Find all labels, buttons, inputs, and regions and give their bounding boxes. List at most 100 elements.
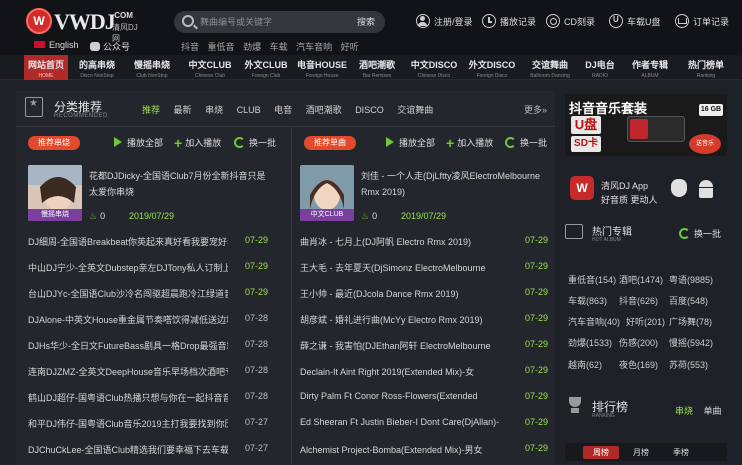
list-item[interactable]: 王大毛 - 去年夏天(DjSimonz ElectroMelbourne 07-2… [300,261,548,275]
search-button[interactable]: 搜索 [357,15,375,28]
tab-electro[interactable]: 电音 [274,105,292,115]
play-history-link[interactable]: 播放记录 [482,14,536,28]
album-tag[interactable]: 广场舞(78) [669,315,712,328]
list-item[interactable]: Alchemist Project-Bomba(Extended Mix)-男女… [300,443,548,457]
hot-keyword[interactable]: 重低音 [208,42,235,52]
nav-foreign-house[interactable]: 电音HOUSE Foreign House [294,55,350,80]
nav-sublabel: HOME [38,73,54,79]
tab-nonstop[interactable]: 串烧 [205,105,223,115]
swap-button[interactable]: 换一批 [234,136,276,149]
recommend-panel: 分类推荐 RECOMMENDED 推荐 最新 串烧 CLUB 电音 酒吧潮歌 D… [16,91,555,465]
hot-keyword[interactable]: 好听 [341,42,359,52]
list-item[interactable]: Ed Sheeran Ft Justin Bieber-I Dont Care(… [300,417,548,431]
app-download[interactable]: W 清风DJ App 好音质 更动人 [565,164,727,214]
nav-foreign-club[interactable]: 外文CLUB Foreign Club [240,55,292,80]
list-item[interactable]: DJAlone-中英文House重金属节奏嗒饮得减低送边场 07-28 [28,313,268,327]
usb-link[interactable]: 车载U盘 [609,14,661,28]
list-item[interactable]: DJHs华少-全日文FutureBass剧具一格Drop最强音霸 07-28 [28,339,268,353]
list-item[interactable]: Dirty Palm Ft Conor Ross-Flowers(Extende… [300,391,548,405]
tab-latest[interactable]: 最新 [174,105,192,115]
feature-cover[interactable]: 慢摇串烧 [28,165,82,221]
tab-disco[interactable]: DISCO [355,105,384,115]
album-tag[interactable]: 劲爆(1533) [568,336,612,349]
nav-club-nonstop[interactable]: 慢摇串烧 Club NonStop [126,55,178,80]
album-tag[interactable]: 好听(201) [626,315,665,328]
more-link[interactable]: 更多» [524,103,547,116]
album-tag[interactable]: 慢摇(5942) [669,336,713,349]
tab-bar[interactable]: 酒吧潮歌 [306,105,342,115]
play-all-button[interactable]: 播放全部 [114,136,163,149]
promo-usb-label: U盘 [571,116,601,134]
nav-disco-nonstop[interactable]: 的高串烧 Disco NonStop [74,55,120,80]
album-tag[interactable]: 重低音(154) [568,273,616,286]
usb-icon [609,14,623,28]
nav-album[interactable]: 作者专辑 ALBUM [628,55,672,80]
list-item[interactable]: Declain-It Aint Right 2019(Extended Mix)… [300,365,548,379]
nav-chinese-club[interactable]: 中文CLUB Chinese Club [184,55,236,80]
add-play-button[interactable]: + 加入播放 [446,136,493,150]
nav-home[interactable]: 网站首页 HOME [24,55,68,80]
list-item[interactable]: 中山DJ宁少-全英文Dubstep亲左DJTony私人订制上 07-29 [28,261,268,275]
apple-icon[interactable] [671,179,687,197]
orders-link[interactable]: 订单记录 [675,14,729,28]
logo-mark-icon: W [26,8,52,34]
swap-button[interactable]: 换一批 [505,136,547,149]
album-tag[interactable]: 夜色(169) [619,358,658,371]
add-play-button[interactable]: + 加入播放 [174,136,221,150]
wechat-icon [90,42,100,51]
period-weekly[interactable]: 周榜 [583,446,619,459]
album-tag[interactable]: 汽车音响(40) [568,315,620,328]
list-item[interactable]: 曲肖冰 - 七月上(DJ阿帆 Electro Rmx 2019) 07-29 [300,235,548,249]
hot-keyword[interactable]: 车载 [270,42,288,52]
album-tag[interactable]: 粤语(9885) [669,273,713,286]
login-link[interactable]: 注册/登录 [416,14,473,28]
hot-keyword[interactable]: 劲爆 [243,42,261,52]
tab-ballroom[interactable]: 交谊舞曲 [397,105,433,115]
period-monthly[interactable]: 月榜 [623,446,659,459]
nav-ranking[interactable]: 热门榜单 Ranking [684,55,728,80]
period-quarterly[interactable]: 季榜 [663,446,699,459]
hot-keyword[interactable]: 汽车音响 [296,42,332,52]
list-item[interactable]: 胡彦斌 - 婚礼进行曲(McYy Electro Rmx 2019) 07-29 [300,313,548,327]
nav-radio[interactable]: DJ电台 RADIO [582,55,618,80]
list-item[interactable]: DJ细周-全国语Breakbeat你英起来真好看我要宠好看 07-29 [28,235,268,249]
feature-title[interactable]: 刘佳 - 一个人走(DjLftty凌风ElectroMelbourne Rmx … [361,168,541,200]
nav-bar-remixes[interactable]: 酒吧潮歌 Bar Remixes [354,55,400,80]
album-tag[interactable]: 车载(863) [568,294,607,307]
list-item[interactable]: 台山DJYc-全国语Club沙冷名闯驱超晨跑冷江绿道音乐 07-29 [28,287,268,301]
track-title: 胡彦斌 - 婚礼进行曲(McYy Electro Rmx 2019) [300,315,483,325]
cd-burn-link[interactable]: CD刻录 [546,14,595,28]
search-input[interactable] [200,14,340,30]
language-switch[interactable]: English [34,40,79,50]
album-tag[interactable]: 百度(548) [669,294,708,307]
nav-ballroom[interactable]: 交谊舞曲 Ballroom Dancing [524,55,576,80]
album-tag[interactable]: 苏荷(553) [669,358,708,371]
feature-title[interactable]: 花都DJDicky-全国语Club7月份全新抖音只是太爱你串烧 [89,168,269,200]
list-item[interactable]: 鹤山DJ超仔-国粤语Club热播只想与你在一起抖音音乐 07-28 [28,391,268,405]
promo-banner[interactable]: 抖音音乐套装 U盘 SD卡 16 GB 送音乐 [565,94,727,156]
album-tag[interactable]: 酒吧(1474) [619,273,663,286]
tab-ranking-single[interactable]: 单曲 [704,406,722,416]
tab-club[interactable]: CLUB [237,105,261,115]
play-all-button[interactable]: 播放全部 [386,136,435,149]
album-tag[interactable]: 伤感(200) [619,336,658,349]
site-logo[interactable]: W VWDJ .COM 清风DJ网 [26,8,142,43]
list-item[interactable]: 连南DJZMZ-全英文DeepHouse音乐早场档次酒吧专 07-28 [28,365,268,379]
list-item[interactable]: 和平DJ伟仔-国粤语Club音乐2019主打我要找到你历 07-27 [28,417,268,431]
tab-recommend[interactable]: 推荐 [142,105,160,115]
album-tag[interactable]: 越南(62) [568,358,602,371]
language-label: English [49,40,79,50]
wechat-link[interactable]: 公众号 [90,40,130,53]
android-icon[interactable] [697,180,715,198]
album-swap-button[interactable]: 换一批 [678,227,721,240]
list-item[interactable]: 王小帅 - 最近(DJcola Dance Rmx 2019) 07-29 [300,287,548,301]
album-tag[interactable]: 抖音(626) [619,294,658,307]
feature-cover[interactable]: 中文CLUB [300,165,354,221]
nav-chinese-disco[interactable]: 中文DISCO Chinese Disco [408,55,460,80]
nav-foreign-disco[interactable]: 外文DISCO Foreign Disco [466,55,518,80]
list-item[interactable]: 薛之谦 - 我害怕(DJEthan阿轩 ElectroMelbourne 07-2… [300,339,548,353]
list-item[interactable]: DJChuCkLee-全国语Club精选我们要幸福下去车载串 07-27 [28,443,268,457]
track-date: 07-29 [244,287,268,297]
hot-keyword[interactable]: 抖音 [181,42,199,52]
tab-ranking-nonstop[interactable]: 串烧 [675,406,693,416]
